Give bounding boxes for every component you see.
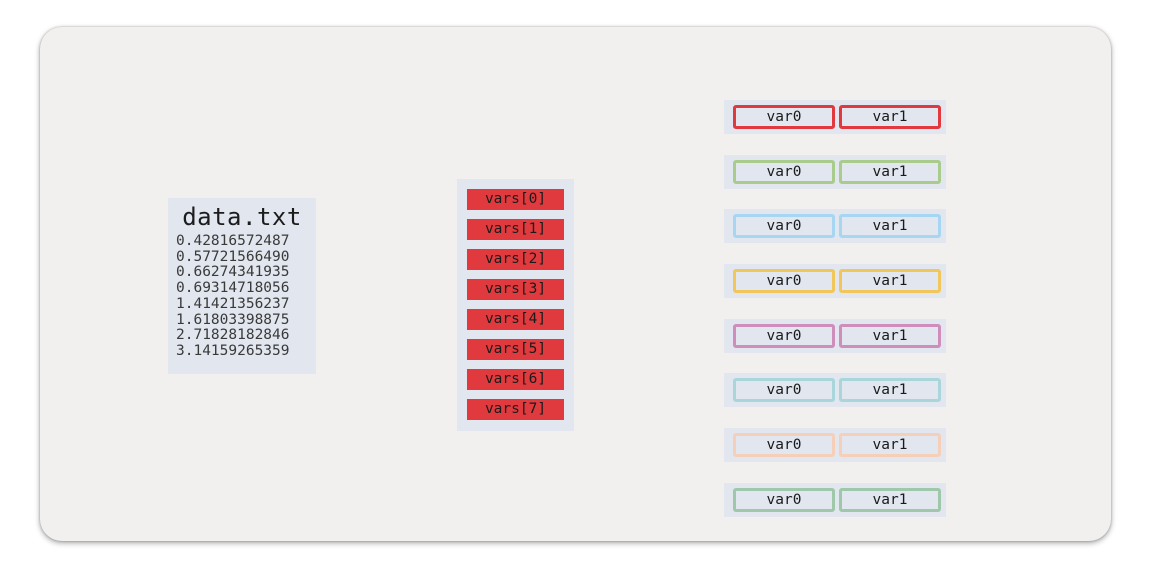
file-lines: 0.42816572487 0.57721566490 0.6627434193… xyxy=(168,233,316,360)
pair-row: var0 var1 xyxy=(724,100,946,134)
file-line: 0.66274341935 xyxy=(176,264,290,281)
var1-cell: var1 xyxy=(839,324,941,348)
var1-cell: var1 xyxy=(839,378,941,402)
var1-cell: var1 xyxy=(839,160,941,184)
vars-cell: vars[0] xyxy=(467,189,564,210)
var0-cell: var0 xyxy=(733,214,835,238)
vars-cell: vars[2] xyxy=(467,249,564,270)
var1-cell: var1 xyxy=(839,488,941,512)
pair-row: var0 var1 xyxy=(724,155,946,189)
var0-cell: var0 xyxy=(733,324,835,348)
var0-cell: var0 xyxy=(733,488,835,512)
file-line: 0.42816572487 xyxy=(176,233,290,249)
pair-row: var0 var1 xyxy=(724,264,946,298)
data-file-box: data.txt 0.42816572487 0.57721566490 0.6… xyxy=(168,198,316,374)
pair-row: var0 var1 xyxy=(724,428,946,462)
vars-cell: vars[3] xyxy=(467,279,564,300)
pair-row: var0 var1 xyxy=(724,209,946,243)
vars-cell: vars[7] xyxy=(467,399,564,420)
var1-cell: var1 xyxy=(839,105,941,129)
file-line: 1.41421356237 xyxy=(176,295,290,312)
var0-cell: var0 xyxy=(733,269,835,293)
vars-cell: vars[4] xyxy=(467,309,564,330)
var1-cell: var1 xyxy=(839,269,941,293)
var0-cell: var0 xyxy=(733,105,835,129)
vars-cell: vars[5] xyxy=(467,339,564,360)
var0-cell: var0 xyxy=(733,433,835,457)
file-line: 0.57721566490 xyxy=(176,248,290,265)
file-line: 1.61803398875 xyxy=(176,311,290,328)
var0-cell: var0 xyxy=(733,160,835,184)
file-line: 0.69314718056 xyxy=(176,280,290,297)
pair-row: var0 var1 xyxy=(724,319,946,353)
var1-cell: var1 xyxy=(839,433,941,457)
file-line: 2.71828182846 xyxy=(176,327,290,344)
var0-cell: var0 xyxy=(733,378,835,402)
pair-row: var0 var1 xyxy=(724,483,946,517)
vars-array: vars[0] vars[1] vars[2] vars[3] vars[4] … xyxy=(457,179,574,431)
vars-cell: vars[6] xyxy=(467,369,564,390)
var1-cell: var1 xyxy=(839,214,941,238)
diagram-canvas: data.txt 0.42816572487 0.57721566490 0.6… xyxy=(40,27,1111,541)
file-line: 3.14159265359 xyxy=(176,342,290,359)
vars-cell: vars[1] xyxy=(467,219,564,240)
pair-row: var0 var1 xyxy=(724,373,946,407)
file-title: data.txt xyxy=(182,203,302,231)
